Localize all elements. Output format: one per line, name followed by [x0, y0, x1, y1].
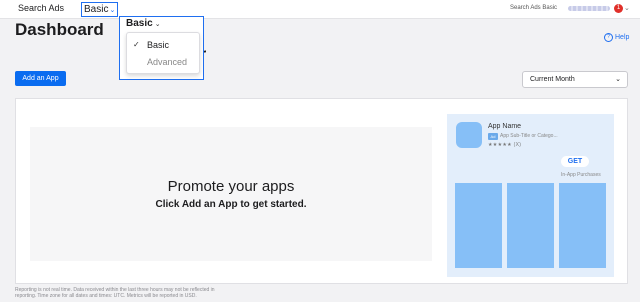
menu-item-label: Basic [147, 40, 170, 50]
period-value: Current Month [530, 76, 575, 83]
dropdown-menu: ✓ Basic Advanced [126, 32, 200, 74]
star-rating: ★★★★★ (X) [488, 142, 521, 148]
notification-badge[interactable]: 1 [614, 4, 623, 13]
in-app-purchases-label: In-App Purchases [561, 172, 601, 178]
disclaimer-line: reporting. Time zone for all dates and t… [15, 293, 197, 299]
promo-subheading: Click Add an App to get started. [155, 199, 307, 210]
dropdown-selected-label: Basic [126, 18, 153, 29]
menu-item-label: Advanced [147, 57, 188, 67]
reporting-disclaimer: Reporting is not real time. Data receive… [15, 287, 615, 299]
user-account-menu[interactable] [568, 6, 610, 11]
chevron-down-icon: ⌄ [154, 21, 161, 28]
screenshot-placeholder [559, 183, 606, 268]
promo-panel: Promote your apps Click Add an App to ge… [30, 127, 432, 261]
app-subtitle: App Sub-Title or Catego... [500, 133, 558, 139]
top-bar: Search Ads Basic⌄ Search Ads Basic 1 ⌄ [0, 0, 640, 19]
period-select[interactable]: Current Month ⌄ [522, 71, 628, 88]
app-icon-placeholder [456, 122, 482, 148]
product-label[interactable]: Search Ads Basic [510, 5, 557, 11]
help-link[interactable]: ? Help [604, 33, 629, 42]
get-button: GET [561, 156, 589, 167]
help-icon: ? [604, 33, 613, 42]
screenshot-placeholder [455, 183, 502, 268]
rating-count: (X) [513, 142, 522, 148]
chevron-down-icon: ⌄ [109, 7, 116, 14]
dropdown-header[interactable]: Basic ⌄ [126, 18, 161, 29]
account-selector-button[interactable]: Basic⌄ [81, 2, 119, 17]
account-type-dropdown[interactable]: Basic ⌄ ✓ Basic Advanced [119, 16, 204, 80]
chevron-down-icon[interactable]: ⌄ [624, 4, 630, 12]
dashboard-card: Promote your apps Click Add an App to ge… [15, 98, 628, 284]
app-name: App Name [488, 123, 522, 130]
page-title: Dashboard [15, 20, 104, 39]
screenshot-placeholder [507, 183, 554, 268]
ad-badge: Ad [488, 133, 498, 140]
help-label: Help [615, 34, 630, 41]
account-selector-label: Basic [84, 4, 109, 15]
star-icons: ★★★★★ [488, 142, 512, 148]
checkmark-icon: ✓ [133, 40, 140, 49]
add-app-button[interactable]: Add an App [15, 71, 66, 86]
menu-item-basic[interactable]: ✓ Basic [127, 37, 199, 53]
app-preview: App Name Ad App Sub-Title or Catego... ★… [447, 114, 614, 277]
menu-item-advanced[interactable]: Advanced [127, 54, 199, 70]
promo-heading: Promote your apps [167, 178, 295, 195]
brand-name: Search Ads [18, 3, 65, 13]
brand-logo[interactable]: Search Ads [15, 3, 64, 13]
chevron-down-icon: ⌄ [615, 76, 621, 83]
